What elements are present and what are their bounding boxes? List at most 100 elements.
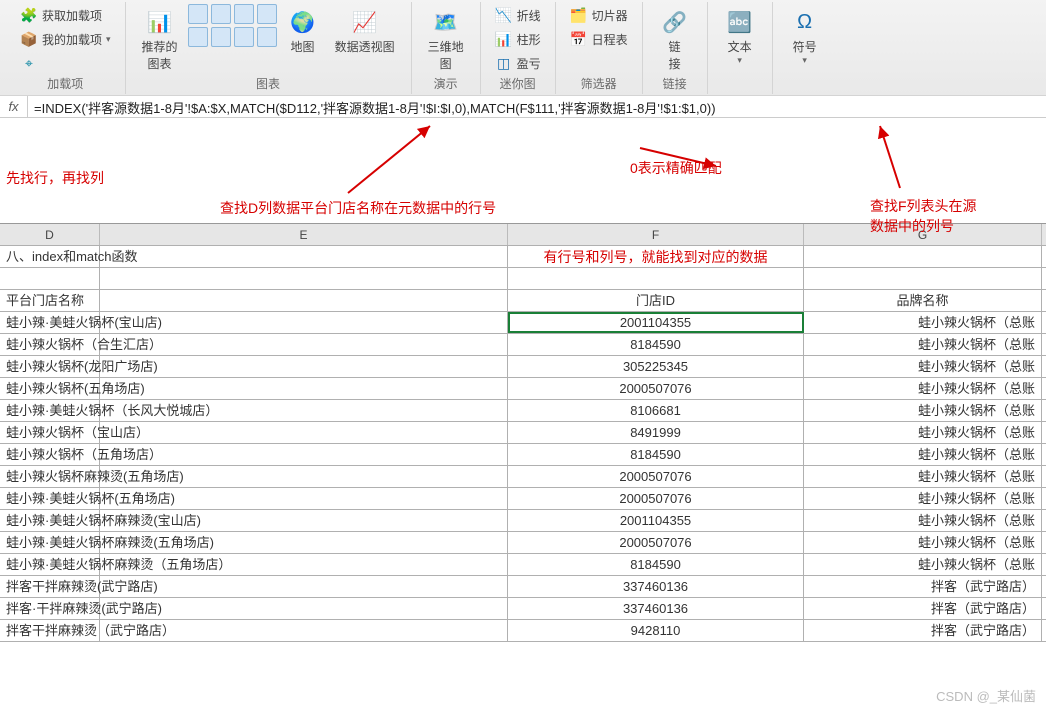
cell[interactable]: 拌客（武宁路店） bbox=[804, 576, 1042, 597]
cell[interactable]: 8106681 bbox=[508, 400, 804, 421]
cell[interactable]: 拌客干拌麻辣烫（武宁路店） bbox=[0, 620, 100, 641]
cell[interactable]: 蛙小辣火锅杯（总账 bbox=[804, 466, 1042, 487]
cell[interactable]: 蛙小辣火锅杯（合生汇店） bbox=[0, 334, 100, 355]
data-row[interactable]: 拌客·干拌麻辣烫(武宁路店) 337460136拌客（武宁路店） bbox=[0, 598, 1046, 620]
cell[interactable]: 9428110 bbox=[508, 620, 804, 641]
header-row[interactable]: 平台门店名称 门店ID 品牌名称 bbox=[0, 290, 1046, 312]
data-row[interactable]: 蛙小辣·美蛙火锅杯麻辣烫(宝山店) 2001104355蛙小辣火锅杯（总账 bbox=[0, 510, 1046, 532]
cell[interactable]: 蛙小辣火锅杯（总账 bbox=[804, 510, 1042, 531]
cell[interactable]: 蛙小辣火锅杯（总账 bbox=[804, 444, 1042, 465]
cell[interactable]: 蛙小辣火锅杯（总账 bbox=[804, 422, 1042, 443]
cell[interactable] bbox=[100, 576, 508, 597]
data-row[interactable]: 蛙小辣火锅杯（合生汇店） 8184590蛙小辣火锅杯（总账 bbox=[0, 334, 1046, 356]
data-row[interactable]: 蛙小辣·美蛙火锅杯（长风大悦城店） 8106681蛙小辣火锅杯（总账 bbox=[0, 400, 1046, 422]
chart-line-icon[interactable] bbox=[211, 4, 231, 24]
data-row[interactable]: 蛙小辣·美蛙火锅杯(五角场店) 2000507076蛙小辣火锅杯（总账 bbox=[0, 488, 1046, 510]
data-row[interactable]: 蛙小辣火锅杯(龙阳广场店) 305225345蛙小辣火锅杯（总账 bbox=[0, 356, 1046, 378]
data-row[interactable]: 蛙小辣·美蛙火锅杯麻辣烫(五角场店) 2000507076蛙小辣火锅杯（总账 bbox=[0, 532, 1046, 554]
data-row[interactable]: 蛙小辣·美蛙火锅杯(宝山店) 2001104355蛙小辣火锅杯（总账 bbox=[0, 312, 1046, 334]
cell[interactable]: 2000507076 bbox=[508, 378, 804, 399]
cell[interactable]: 2001104355 bbox=[508, 510, 804, 531]
cell[interactable]: 拌客（武宁路店） bbox=[804, 598, 1042, 619]
cell[interactable]: 蛙小辣·美蛙火锅杯(五角场店) bbox=[0, 488, 100, 509]
cell[interactable] bbox=[100, 422, 508, 443]
data-row[interactable]: 蛙小辣火锅杯麻辣烫(五角场店) 2000507076蛙小辣火锅杯（总账 bbox=[0, 466, 1046, 488]
chart-combo-icon[interactable] bbox=[257, 27, 277, 47]
data-row[interactable]: 蛙小辣火锅杯（五角场店） 8184590蛙小辣火锅杯（总账 bbox=[0, 444, 1046, 466]
cell[interactable] bbox=[100, 246, 508, 267]
cell[interactable]: 蛙小辣·美蛙火锅杯（长风大悦城店） bbox=[0, 400, 100, 421]
cell[interactable]: 蛙小辣火锅杯（总账 bbox=[804, 554, 1042, 575]
cell[interactable]: 2000507076 bbox=[508, 532, 804, 553]
symbol-button[interactable]: Ω符号▾ bbox=[783, 4, 827, 68]
formula-input[interactable]: =INDEX('拌客源数据1-8月'!$A:$X,MATCH($D112,'拌客… bbox=[28, 96, 1046, 116]
chart-surface-icon[interactable] bbox=[234, 27, 254, 47]
link-button[interactable]: 🔗链 接 bbox=[653, 4, 697, 74]
data-row[interactable] bbox=[0, 268, 1046, 290]
cell[interactable]: 蛙小辣火锅杯麻辣烫(五角场店) bbox=[0, 466, 100, 487]
text-button[interactable]: 🔤文本▾ bbox=[718, 4, 762, 68]
data-row[interactable]: 蛙小辣·美蛙火锅杯麻辣烫（五角场店） 8184590蛙小辣火锅杯（总账 bbox=[0, 554, 1046, 576]
cell[interactable]: 蛙小辣火锅杯（总账 bbox=[804, 334, 1042, 355]
cell[interactable]: 蛙小辣火锅杯（总账 bbox=[804, 356, 1042, 377]
cell[interactable]: 蛙小辣·美蛙火锅杯麻辣烫（五角场店） bbox=[0, 554, 100, 575]
cell[interactable] bbox=[804, 246, 1042, 267]
chart-scatter-icon[interactable] bbox=[211, 27, 231, 47]
cell[interactable]: 蛙小辣火锅杯（宝山店） bbox=[0, 422, 100, 443]
cell[interactable]: 337460136 bbox=[508, 576, 804, 597]
pivotchart-button[interactable]: 📈数据透视图 bbox=[329, 4, 401, 74]
3dmap-button[interactable]: 🗺️三维地 图 bbox=[422, 4, 470, 74]
data-row[interactable]: 拌客干拌麻辣烫(武宁路店) 337460136拌客（武宁路店） bbox=[0, 576, 1046, 598]
cell[interactable]: 305225345 bbox=[508, 356, 804, 377]
slicer-button[interactable]: 🗂️切片器 bbox=[566, 4, 632, 26]
chart-stat-icon[interactable] bbox=[188, 27, 208, 47]
cell[interactable]: 八、index和match函数 bbox=[0, 246, 100, 267]
my-addins-button[interactable]: 📦我的加载项▾ bbox=[16, 28, 115, 50]
cell[interactable]: 8184590 bbox=[508, 334, 804, 355]
cell[interactable]: 拌客干拌麻辣烫(武宁路店) bbox=[0, 576, 100, 597]
cell[interactable]: 蛙小辣火锅杯（五角场店） bbox=[0, 444, 100, 465]
cell[interactable] bbox=[100, 356, 508, 377]
cell[interactable]: 蛙小辣火锅杯（总账 bbox=[804, 312, 1042, 333]
cell[interactable]: 8184590 bbox=[508, 444, 804, 465]
map-button[interactable]: 🌍地图 bbox=[281, 4, 325, 74]
data-row[interactable]: 拌客干拌麻辣烫（武宁路店） 9428110拌客（武宁路店） bbox=[0, 620, 1046, 642]
col-header-d[interactable]: D bbox=[0, 224, 100, 245]
col-header-e[interactable]: E bbox=[100, 224, 508, 245]
cell[interactable]: 蛙小辣火锅杯（总账 bbox=[804, 532, 1042, 553]
cell[interactable]: 337460136 bbox=[508, 598, 804, 619]
col-header-f[interactable]: F bbox=[508, 224, 804, 245]
cell[interactable]: 8491999 bbox=[508, 422, 804, 443]
cell[interactable]: 蛙小辣·美蛙火锅杯(宝山店) bbox=[0, 312, 100, 333]
cell[interactable]: 拌客（武宁路店） bbox=[804, 620, 1042, 641]
data-row[interactable]: 蛙小辣火锅杯（宝山店） 8491999蛙小辣火锅杯（总账 bbox=[0, 422, 1046, 444]
timeline-button[interactable]: 📅日程表 bbox=[566, 28, 632, 50]
cell[interactable]: 2000507076 bbox=[508, 488, 804, 509]
fx-button[interactable]: fx bbox=[0, 96, 28, 118]
sparkline-column-button[interactable]: 📊柱形 bbox=[491, 28, 545, 50]
bing-maps-button[interactable]: ⌖ bbox=[16, 52, 42, 74]
cell[interactable]: 蛙小辣火锅杯(龙阳广场店) bbox=[0, 356, 100, 377]
cell[interactable]: 8184590 bbox=[508, 554, 804, 575]
data-row[interactable]: 蛙小辣火锅杯(五角场店) 2000507076蛙小辣火锅杯（总账 bbox=[0, 378, 1046, 400]
cell[interactable]: 蛙小辣·美蛙火锅杯麻辣烫(五角场店) bbox=[0, 532, 100, 553]
recommended-charts-button[interactable]: 📊推荐的 图表 bbox=[136, 4, 184, 74]
cell[interactable]: 拌客·干拌麻辣烫(武宁路店) bbox=[0, 598, 100, 619]
data-row[interactable]: 八、index和match函数 有行号和列号，就能找到对应的数据 bbox=[0, 246, 1046, 268]
get-addins-button[interactable]: 🧩获取加载项 bbox=[16, 4, 106, 26]
worksheet[interactable]: D E F G 八、index和match函数 有行号和列号，就能找到对应的数据… bbox=[0, 223, 1046, 642]
cell[interactable]: 蛙小辣火锅杯（总账 bbox=[804, 400, 1042, 421]
cell[interactable] bbox=[100, 290, 508, 311]
cell[interactable]: 蛙小辣火锅杯（总账 bbox=[804, 488, 1042, 509]
cell[interactable]: 2001104355 bbox=[508, 312, 804, 333]
cell[interactable]: 蛙小辣火锅杯（总账 bbox=[804, 378, 1042, 399]
sparkline-line-button[interactable]: 📉折线 bbox=[491, 4, 545, 26]
header-f[interactable]: 门店ID bbox=[508, 290, 804, 311]
cell[interactable] bbox=[100, 378, 508, 399]
cell[interactable]: 蛙小辣火锅杯(五角场店) bbox=[0, 378, 100, 399]
sparkline-winloss-button[interactable]: ◫盈亏 bbox=[491, 52, 545, 74]
chart-column-icon[interactable] bbox=[188, 4, 208, 24]
chart-hierarchy-icon[interactable] bbox=[257, 4, 277, 24]
cell[interactable]: 蛙小辣·美蛙火锅杯麻辣烫(宝山店) bbox=[0, 510, 100, 531]
cell[interactable]: 2000507076 bbox=[508, 466, 804, 487]
